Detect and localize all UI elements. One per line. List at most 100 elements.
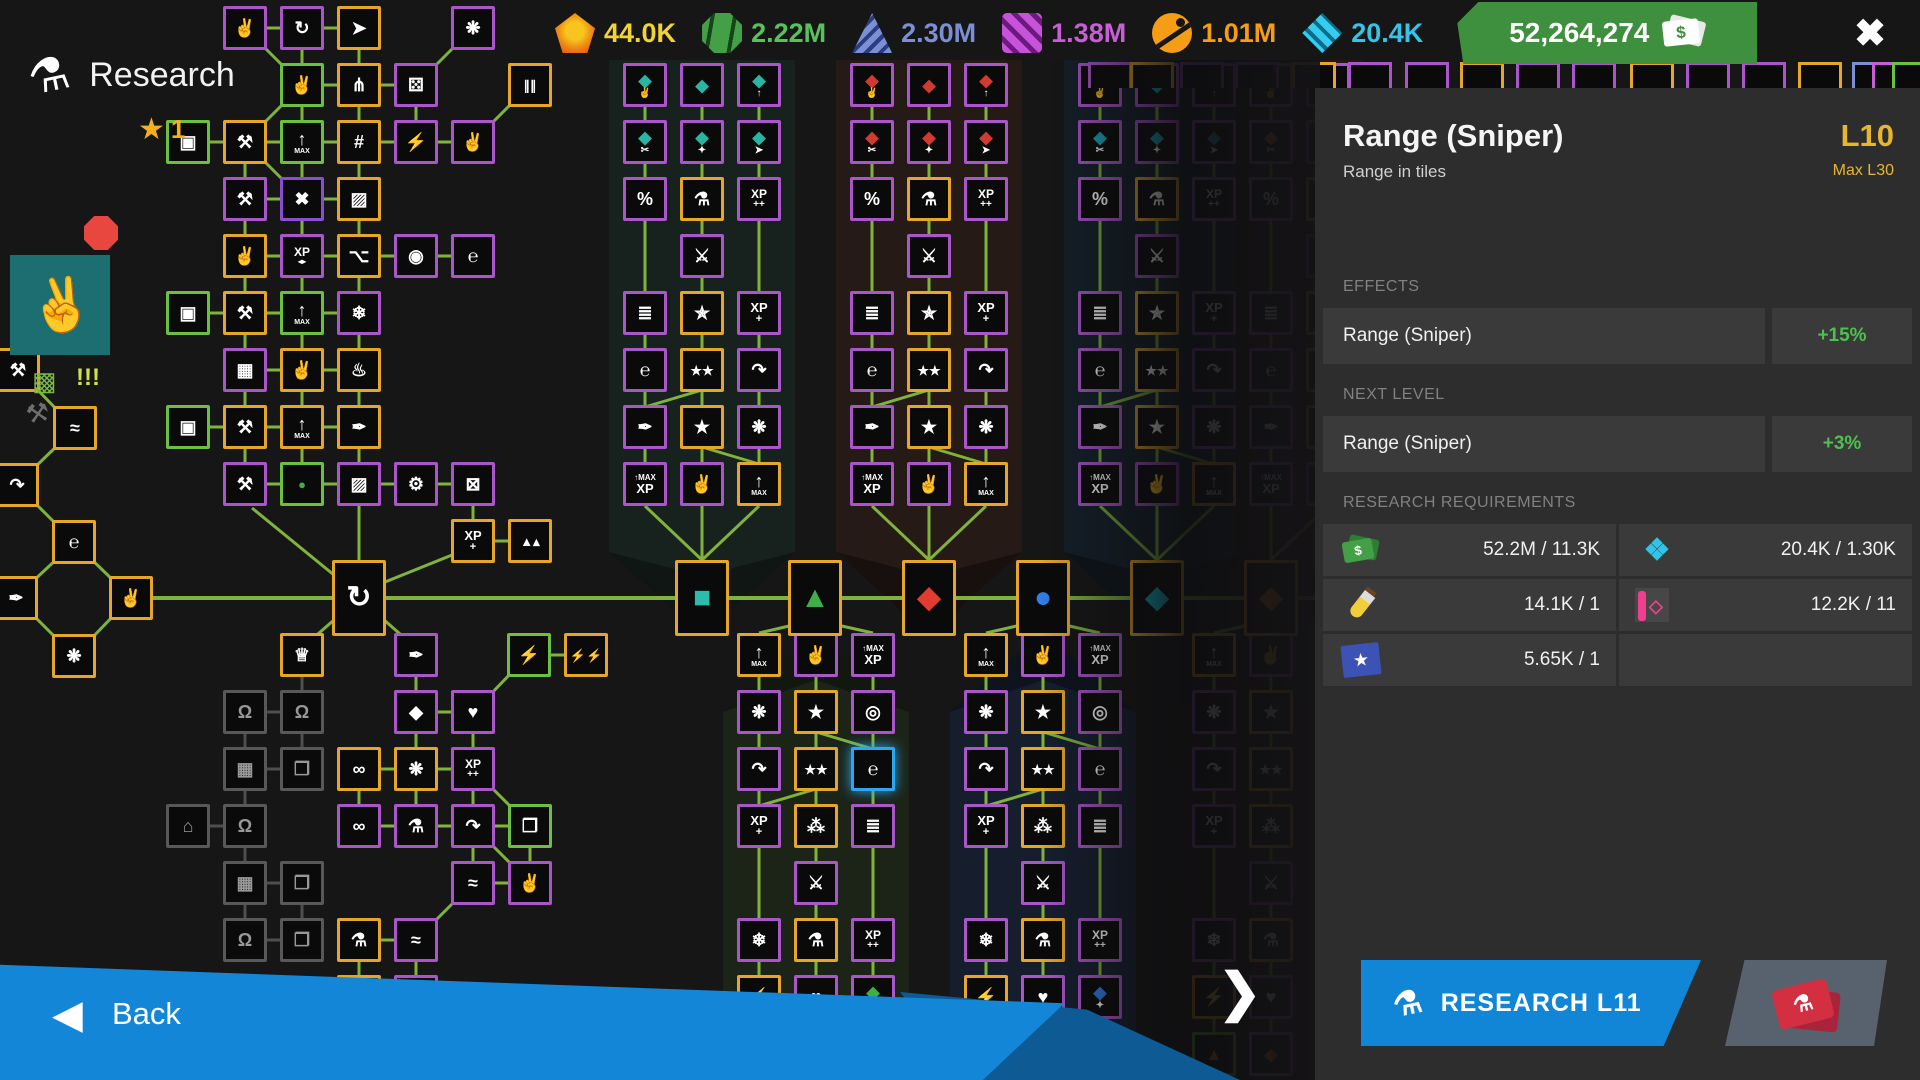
research-node-hook[interactable]: ↷	[964, 747, 1008, 791]
research-node-gem-up[interactable]: ◆↑	[737, 63, 781, 107]
research-node-flame[interactable]: ♨	[337, 348, 381, 392]
research-node-spiral-e[interactable]: ℮	[451, 234, 495, 278]
research-node-xp-plus[interactable]: XP+	[964, 804, 1008, 848]
research-node-spiral-e[interactable]: ℮	[623, 348, 667, 392]
research-node-star[interactable]: ★	[680, 405, 724, 449]
research-node-fist[interactable]: ✌	[794, 633, 838, 677]
research-node-fireworks[interactable]: ❋	[964, 690, 1008, 734]
research-node-xp-plus[interactable]: XP+	[964, 291, 1008, 335]
research-node-up-max[interactable]: ↑MAX	[280, 120, 324, 164]
research-node-xp-arrows[interactable]: XP◂▸	[280, 234, 324, 278]
research-node-gem[interactable]: ◆	[680, 63, 724, 107]
research-node-dot[interactable]: ●	[280, 462, 324, 506]
research-node-pen[interactable]: ✒	[337, 405, 381, 449]
research-node-gem-drop[interactable]: ◆✦	[680, 120, 724, 164]
research-node-percent-fire[interactable]: %	[623, 177, 667, 221]
research-node-hook[interactable]: ↷	[737, 747, 781, 791]
research-node-pentagon-cards[interactable]: ❐	[508, 804, 552, 848]
research-node-list[interactable]: ≣	[623, 291, 667, 335]
close-button[interactable]: ✖	[1838, 8, 1902, 58]
research-node-up-max[interactable]: ↑MAX	[737, 633, 781, 677]
research-node-hook[interactable]: ↷	[737, 348, 781, 392]
research-node-fireworks[interactable]: ❋	[394, 747, 438, 791]
research-node-infinity[interactable]: ∞	[337, 804, 381, 848]
research-node-snowflake[interactable]: ❄	[337, 291, 381, 335]
research-node-blocks-star[interactable]: ▦	[223, 747, 267, 791]
research-node-cards[interactable]: ❐	[280, 747, 324, 791]
research-node-fist[interactable]: ✌	[280, 63, 324, 107]
research-node-gem-drop[interactable]: ◆✦	[907, 120, 951, 164]
research-node-omega-gift[interactable]: Ω	[223, 804, 267, 848]
research-node-hook[interactable]: ↷	[0, 463, 39, 507]
research-node-fireworks[interactable]: ❋	[964, 405, 1008, 449]
research-node-three-stars[interactable]: ⁂	[794, 804, 838, 848]
research-node-flask-tube[interactable]: ⚗	[394, 804, 438, 848]
research-node-stripes[interactable]: ▨	[337, 462, 381, 506]
research-node-spiral-e[interactable]: ℮	[850, 348, 894, 392]
research-node-hook[interactable]: ↷	[964, 348, 1008, 392]
research-node-xp-flask[interactable]: ⚗	[680, 177, 724, 221]
research-node-up-max[interactable]: ↑MAX	[280, 405, 324, 449]
research-node-gem-claw[interactable]: ◆✂	[623, 120, 667, 164]
research-node-fist[interactable]: ✌	[680, 462, 724, 506]
research-node-star[interactable]: ★	[794, 690, 838, 734]
research-node-target[interactable]: ◎	[851, 690, 895, 734]
research-node-xp-plus[interactable]: XP+	[737, 804, 781, 848]
research-node-pen[interactable]: ✒	[623, 405, 667, 449]
research-node-factory[interactable]: ⌂	[166, 804, 210, 848]
research-node-hammer[interactable]: ⚒	[223, 120, 267, 164]
research-node-gem-fist[interactable]: ◆✌	[623, 63, 667, 107]
research-node-star-plus[interactable]: ✯	[680, 291, 724, 335]
research-node-package[interactable]: ▣	[166, 405, 210, 449]
research-node-xp-plus[interactable]: XP+	[737, 291, 781, 335]
research-node-pickaxe[interactable]: ⚒	[223, 462, 267, 506]
back-button[interactable]: ◀ Back	[0, 952, 1170, 1080]
research-node-crown[interactable]: ♕	[280, 633, 324, 677]
research-node-eye[interactable]: ◉	[394, 234, 438, 278]
research-node-hook[interactable]: ↷	[451, 804, 495, 848]
research-node-xp-flask[interactable]: ⚗	[907, 177, 951, 221]
research-node-splitter[interactable]: ⋔	[337, 63, 381, 107]
research-node-up-max[interactable]: ↑MAX	[280, 291, 324, 335]
research-node-gem-claw[interactable]: ◆✂	[850, 120, 894, 164]
research-node-up-max[interactable]: ↑MAX	[964, 633, 1008, 677]
research-node-omega-gift[interactable]: Ω	[280, 690, 324, 734]
milestone-node[interactable]: ▲	[788, 560, 842, 636]
research-node-max-xp[interactable]: ↑MAXXP	[851, 633, 895, 677]
research-node-double-lightning[interactable]: ⚡⚡	[564, 633, 608, 677]
ticket-research-button[interactable]: ⚗	[1725, 960, 1887, 1046]
research-node-fireworks[interactable]: ❋	[52, 634, 96, 678]
research-node-hash[interactable]: #	[337, 120, 381, 164]
research-node-fist[interactable]: ✌	[280, 348, 324, 392]
research-node-gem[interactable]: ◆	[907, 63, 951, 107]
research-node-gem-arrow[interactable]: ◆➤	[737, 120, 781, 164]
research-node-max-xp[interactable]: ↑MAXXP	[623, 462, 667, 506]
research-node-pen[interactable]: ✒	[394, 633, 438, 677]
research-button[interactable]: ⚗ RESEARCH L11	[1361, 960, 1701, 1046]
research-node-list[interactable]: ≣	[851, 804, 895, 848]
research-node-dice[interactable]: ⚄	[394, 63, 438, 107]
research-node-crossed-swords[interactable]: ⚔	[680, 234, 724, 278]
research-node-fist-dice[interactable]: ✌	[223, 234, 267, 278]
research-node-storm[interactable]: ⚡	[394, 120, 438, 164]
research-node-waves[interactable]: ≈	[451, 861, 495, 905]
research-node-percent-fire[interactable]: %	[850, 177, 894, 221]
research-node-pickaxe[interactable]: ⚒	[223, 177, 267, 221]
research-node-xp-plus-plus[interactable]: XP++	[737, 177, 781, 221]
research-node-hammer[interactable]: ⚒	[223, 405, 267, 449]
research-node-xp-plus-plus[interactable]: XP++	[964, 177, 1008, 221]
research-node-star-plus[interactable]: ✯	[907, 291, 951, 335]
research-node-pen[interactable]: ✒	[850, 405, 894, 449]
research-node-gem-fist[interactable]: ◆✌	[850, 63, 894, 107]
research-node-max-xp[interactable]: ↑MAXXP	[850, 462, 894, 506]
research-node-spiral-e[interactable]: ℮	[851, 747, 895, 791]
research-node-package[interactable]: ▣	[166, 291, 210, 335]
research-node-gem-up[interactable]: ◆↑	[964, 63, 1008, 107]
research-node-gem-arrow[interactable]: ◆➤	[964, 120, 1008, 164]
research-node-branch[interactable]: ⌥	[337, 234, 381, 278]
milestone-node[interactable]: ■	[675, 560, 729, 636]
research-node-omega[interactable]: Ω	[223, 690, 267, 734]
research-node-fist[interactable]: ✌	[451, 120, 495, 164]
category-tile-damage[interactable]: ✌	[10, 255, 110, 355]
research-node-waves[interactable]: ≈	[53, 406, 97, 450]
